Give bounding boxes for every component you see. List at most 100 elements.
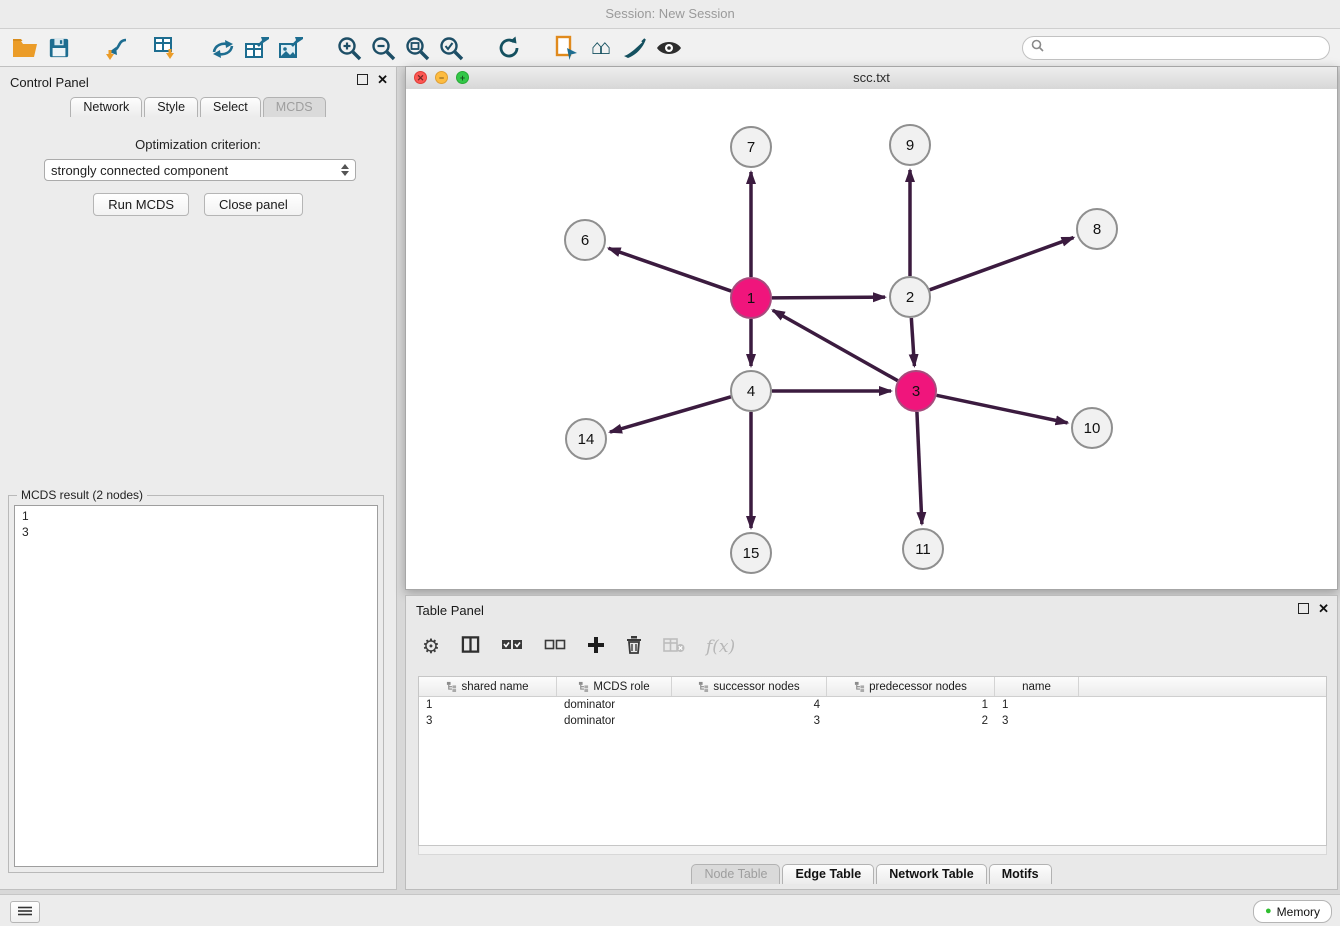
cell-mcds-role[interactable]: dominator xyxy=(557,713,672,729)
close-panel-button[interactable]: Close panel xyxy=(204,193,303,216)
toggle-details-button[interactable] xyxy=(652,32,686,64)
table-row[interactable]: 1 dominator 4 1 1 xyxy=(419,697,1326,713)
run-mcds-button[interactable]: Run MCDS xyxy=(93,193,189,216)
zoom-fit-icon xyxy=(404,35,430,61)
open-file-button[interactable] xyxy=(8,32,42,64)
refresh-view-button[interactable] xyxy=(492,32,526,64)
table-row[interactable]: 3 dominator 3 2 3 xyxy=(419,713,1326,729)
graph-edge-3-10[interactable] xyxy=(937,395,1068,423)
export-network-button[interactable] xyxy=(550,32,584,64)
memory-button[interactable]: ● Memory xyxy=(1253,900,1332,923)
table-horizontal-scrollbar[interactable] xyxy=(418,846,1327,855)
float-table-panel-icon[interactable] xyxy=(1298,603,1309,614)
close-table-panel-icon[interactable]: ✕ xyxy=(1318,604,1329,614)
zoom-selected-icon xyxy=(438,35,464,61)
graph-edge-3-1[interactable] xyxy=(773,310,898,380)
graph-node-6[interactable]: 6 xyxy=(565,220,605,260)
import-network-from-file-button[interactable] xyxy=(100,32,134,64)
graph-node-15[interactable]: 15 xyxy=(731,533,771,573)
search-input[interactable] xyxy=(1049,40,1321,56)
cell-predecessor-nodes[interactable]: 1 xyxy=(827,697,995,713)
cell-shared-name[interactable]: 3 xyxy=(419,713,557,729)
cell-name[interactable]: 3 xyxy=(995,713,1079,729)
column-header-name[interactable]: name xyxy=(995,677,1079,696)
graph-edge-4-14[interactable] xyxy=(610,397,731,432)
criterion-select[interactable]: strongly connected component xyxy=(44,159,356,181)
column-header-successor-nodes[interactable]: successor nodes xyxy=(672,677,827,696)
create-column-button[interactable] xyxy=(587,636,605,659)
window-minimize-button[interactable]: − xyxy=(435,71,448,84)
graph-node-10[interactable]: 10 xyxy=(1072,408,1112,448)
list-icon xyxy=(18,903,32,921)
tab-network[interactable]: Network xyxy=(70,97,142,117)
tab-node-table[interactable]: Node Table xyxy=(691,864,780,884)
graph-node-2[interactable]: 2 xyxy=(890,277,930,317)
column-header-mcds-role[interactable]: MCDS role xyxy=(557,677,672,696)
result-line: 1 xyxy=(22,508,370,524)
import-table-icon xyxy=(153,36,177,60)
graph-node-8[interactable]: 8 xyxy=(1077,209,1117,249)
folder-icon xyxy=(12,37,38,59)
toolbar-search[interactable] xyxy=(1022,36,1330,60)
network-window-titlebar[interactable]: ✕ − + scc.txt xyxy=(406,67,1337,90)
zoom-fit-button[interactable] xyxy=(400,32,434,64)
table-settings-button[interactable]: ⚙ xyxy=(422,637,440,657)
new-network-button[interactable] xyxy=(206,32,240,64)
home-button[interactable]: ⌂⌂ xyxy=(584,32,618,64)
graph-node-1[interactable]: 1 xyxy=(731,278,771,318)
graph-node-4[interactable]: 4 xyxy=(731,371,771,411)
graph-node-3[interactable]: 3 xyxy=(896,371,936,411)
graph-node-11[interactable]: 11 xyxy=(903,529,943,569)
tab-style[interactable]: Style xyxy=(144,97,198,117)
network-canvas[interactable]: 1 2 3 4 6 7 8 9 10 11 14 15 xyxy=(406,89,1337,589)
delete-column-button[interactable] xyxy=(626,635,642,659)
zoom-in-button[interactable] xyxy=(332,32,366,64)
svg-text:14: 14 xyxy=(578,431,595,448)
graph-node-7[interactable]: 7 xyxy=(731,127,771,167)
tab-motifs[interactable]: Motifs xyxy=(989,864,1052,884)
close-panel-icon[interactable]: ✕ xyxy=(377,75,388,85)
cell-name[interactable]: 1 xyxy=(995,697,1079,713)
float-panel-icon[interactable] xyxy=(357,74,368,85)
graph-edge-1-6[interactable] xyxy=(609,248,732,291)
table-toolbar: ⚙ f(x) xyxy=(422,630,735,664)
zoom-out-button[interactable] xyxy=(366,32,400,64)
mcds-result-text[interactable]: 1 3 xyxy=(14,505,378,867)
optimization-criterion-label: Optimization criterion: xyxy=(0,137,396,152)
tab-mcds[interactable]: MCDS xyxy=(263,97,326,117)
cell-shared-name[interactable]: 1 xyxy=(419,697,557,713)
svg-text:10: 10 xyxy=(1084,420,1101,437)
task-history-button[interactable] xyxy=(10,901,40,923)
graph-node-14[interactable]: 14 xyxy=(566,419,606,459)
graph-edge-3-11[interactable] xyxy=(917,412,922,524)
graph-edge-2-8[interactable] xyxy=(930,238,1074,290)
column-header-shared-name[interactable]: shared name xyxy=(419,677,557,696)
tab-edge-table[interactable]: Edge Table xyxy=(782,864,874,884)
tab-network-table[interactable]: Network Table xyxy=(876,864,987,884)
zoom-out-icon xyxy=(370,35,396,61)
graph-node-9[interactable]: 9 xyxy=(890,125,930,165)
window-zoom-button[interactable]: + xyxy=(456,71,469,84)
graph-edge-1-2[interactable] xyxy=(772,297,885,298)
cell-successor-nodes[interactable]: 4 xyxy=(672,697,827,713)
cell-successor-nodes[interactable]: 3 xyxy=(672,713,827,729)
network-graph-svg: 1 2 3 4 6 7 8 9 10 11 14 15 xyxy=(406,89,1337,589)
refresh-icon xyxy=(496,35,522,61)
svg-text:8: 8 xyxy=(1093,221,1101,238)
export-image-button[interactable] xyxy=(274,32,308,64)
unselect-all-columns-button[interactable] xyxy=(544,638,566,656)
import-table-from-file-button[interactable] xyxy=(148,32,182,64)
annotation-mode-button[interactable] xyxy=(618,32,652,64)
graph-edge-2-3[interactable] xyxy=(911,318,914,366)
show-columns-button[interactable] xyxy=(461,635,480,659)
column-header-predecessor-nodes[interactable]: predecessor nodes xyxy=(827,677,995,696)
cell-mcds-role[interactable]: dominator xyxy=(557,697,672,713)
select-all-columns-button[interactable] xyxy=(501,638,523,656)
window-close-button[interactable]: ✕ xyxy=(414,71,427,84)
tab-select[interactable]: Select xyxy=(200,97,261,117)
save-session-button[interactable] xyxy=(42,32,76,64)
svg-text:2: 2 xyxy=(906,289,914,306)
zoom-selected-button[interactable] xyxy=(434,32,468,64)
export-table-button[interactable] xyxy=(240,32,274,64)
cell-predecessor-nodes[interactable]: 2 xyxy=(827,713,995,729)
